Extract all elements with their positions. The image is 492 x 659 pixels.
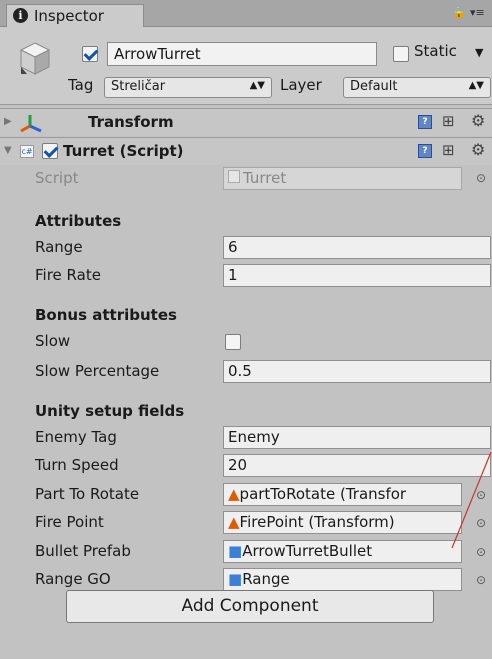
annotation-line [451,451,492,549]
add-component-button[interactable]: Add Component [66,590,434,623]
